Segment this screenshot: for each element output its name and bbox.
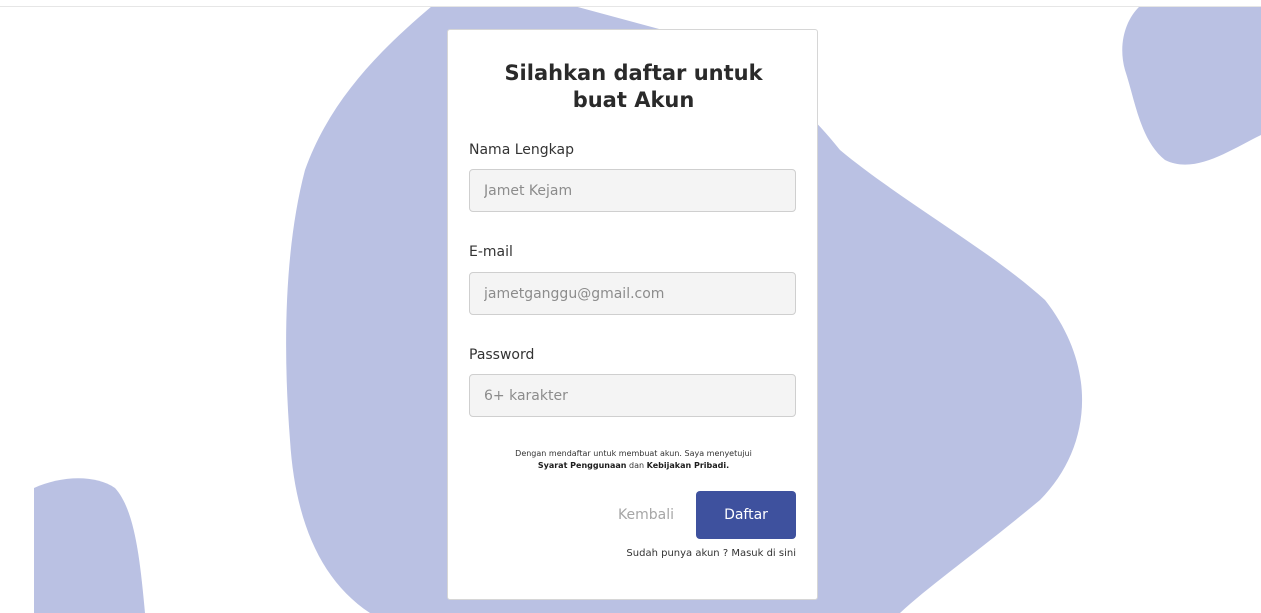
- blob-bottom-left: [34, 478, 145, 613]
- full-name-label: Nama Lengkap: [469, 142, 574, 158]
- login-prompt-text: Sudah punya akun ?: [626, 548, 729, 559]
- password-label: Password: [469, 347, 535, 363]
- login-link[interactable]: Masuk di sini: [731, 548, 796, 559]
- email-input[interactable]: [469, 272, 796, 315]
- back-button[interactable]: Kembali: [596, 491, 696, 539]
- signup-card: Silahkan daftar untuk buat Akun Nama Len…: [447, 29, 818, 600]
- register-button[interactable]: Daftar: [696, 491, 796, 539]
- password-input[interactable]: [469, 374, 796, 417]
- email-label: E-mail: [469, 244, 513, 260]
- login-prompt: Sudah punya akun ? Masuk di sini: [626, 548, 796, 559]
- terms-text: Dengan mendaftar untuk membuat akun. Say…: [515, 449, 752, 458]
- signup-page: Silahkan daftar untuk buat Akun Nama Len…: [0, 0, 1261, 613]
- terms-conjunction: dan: [629, 461, 645, 470]
- terms-notice: Dengan mendaftar untuk membuat akun. Say…: [474, 448, 793, 472]
- full-name-input[interactable]: [469, 169, 796, 212]
- top-border: [0, 0, 1261, 7]
- blob-top-right: [1122, 6, 1261, 165]
- terms-of-use-link[interactable]: Syarat Penggunaan: [538, 461, 627, 470]
- form-title: Silahkan daftar untuk buat Akun: [504, 61, 763, 112]
- privacy-policy-link[interactable]: Kebijakan Pribadi.: [647, 461, 729, 470]
